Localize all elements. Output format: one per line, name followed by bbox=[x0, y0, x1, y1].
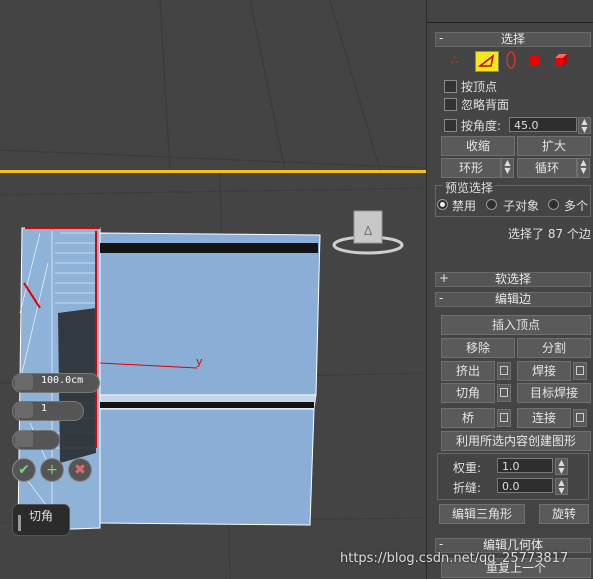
grow-button[interactable]: 扩大 bbox=[517, 136, 591, 156]
bridge-settings-icon[interactable] bbox=[497, 409, 511, 427]
perspective-viewport[interactable]: y Δ 切角 100.0cm 1 ✔ + ✖ bbox=[0, 173, 426, 579]
segments-icon bbox=[15, 402, 33, 418]
chamfer-settings-icon[interactable] bbox=[497, 384, 511, 402]
ring-spinner[interactable]: ▲ ▼ bbox=[501, 158, 514, 178]
angle-spinner[interactable]: ▲ ▼ bbox=[578, 117, 591, 134]
chamfer-segments-value: 1 bbox=[41, 403, 48, 414]
chamfer-segments-field[interactable]: 1 bbox=[12, 401, 84, 421]
create-shape-button[interactable]: 利用所选内容创建图形 bbox=[441, 431, 591, 451]
connect-settings-icon[interactable] bbox=[573, 409, 587, 427]
viewport[interactable]: y Δ 切角 100.0cm 1 ✔ + ✖ bbox=[0, 0, 426, 579]
open-chamfer-toggle[interactable] bbox=[12, 430, 60, 450]
crease-field[interactable]: 0.0 bbox=[497, 478, 553, 493]
chamfer-amount-value: 100.0cm bbox=[41, 375, 84, 386]
extrude-settings-icon[interactable] bbox=[497, 362, 511, 380]
by-angle-label: 按角度: bbox=[461, 119, 502, 133]
command-panel: - 选择 ∴ 按顶点 忽略背面 按角度: 45.0 ▲ ▼ 收缩 扩大 环形 ▲ ▼… bbox=[426, 0, 593, 579]
ignore-backfacing-checkbox[interactable] bbox=[444, 98, 457, 111]
check-icon[interactable]: ✔ bbox=[12, 458, 36, 482]
edit-edges-rollout-header[interactable]: - 编辑边 bbox=[435, 292, 591, 307]
connect-button[interactable]: 连接 bbox=[517, 408, 571, 428]
selection-rollout-header[interactable]: - 选择 bbox=[435, 32, 591, 47]
split-button[interactable]: 分割 bbox=[517, 338, 591, 358]
mesh-top-panel bbox=[99, 232, 321, 396]
bridge-button[interactable]: 桥 bbox=[441, 408, 495, 428]
extrude-button[interactable]: 挤出 bbox=[441, 361, 495, 381]
edge-mode-icon[interactable] bbox=[475, 51, 499, 72]
soft-selection-rollout-header[interactable]: + 软选择 bbox=[435, 272, 591, 287]
preview-subobject-radio[interactable] bbox=[486, 199, 497, 210]
preview-disabled-label: 禁用 bbox=[452, 199, 477, 213]
weight-field[interactable]: 1.0 bbox=[497, 458, 553, 473]
subobject-mode-bar: ∴ bbox=[445, 50, 585, 72]
shrink-button[interactable]: 收缩 bbox=[441, 136, 515, 156]
turn-button[interactable]: 旋转 bbox=[539, 504, 589, 524]
soft-selection-header-label: 软选择 bbox=[494, 272, 531, 286]
selection-header-label: 选择 bbox=[500, 32, 525, 46]
preview-selection-label: 预览选择 bbox=[443, 179, 496, 196]
weld-button[interactable]: 焊接 bbox=[517, 361, 571, 381]
preview-disabled-radio[interactable] bbox=[437, 199, 448, 210]
inactive-viewport[interactable] bbox=[0, 0, 426, 170]
by-angle-checkbox[interactable] bbox=[444, 119, 457, 132]
chamfer-amount-field[interactable]: 100.0cm bbox=[12, 373, 100, 393]
open-chamfer-icon bbox=[15, 431, 33, 447]
angle-field[interactable]: 45.0 bbox=[509, 117, 577, 132]
by-vertex-checkbox[interactable] bbox=[444, 80, 457, 93]
edit-edges-header-label: 编辑边 bbox=[494, 292, 531, 306]
weight-spinner[interactable]: ▲ ▼ bbox=[555, 458, 568, 475]
chamfer-caddy-label: 切角 bbox=[29, 509, 54, 523]
axis-label-y: y bbox=[196, 355, 203, 368]
vertex-mode-icon[interactable]: ∴ bbox=[451, 53, 467, 69]
insert-vertex-button[interactable]: 插入顶点 bbox=[441, 315, 591, 335]
by-vertex-label: 按顶点 bbox=[461, 80, 498, 94]
chamfer-button[interactable]: 切角 bbox=[441, 383, 495, 403]
ignore-backfacing-label: 忽略背面 bbox=[461, 98, 510, 112]
watermark: https://blog.csdn.net/qq_25773817 bbox=[340, 551, 569, 566]
weld-settings-icon[interactable] bbox=[573, 362, 587, 380]
loop-spinner[interactable]: ▲ ▼ bbox=[577, 158, 590, 178]
crease-label: 折缝: bbox=[453, 481, 482, 495]
chamfer-amount-icon bbox=[15, 374, 33, 390]
edit-triangles-button[interactable]: 编辑三角形 bbox=[439, 504, 525, 524]
preview-multiple-label: 多个 bbox=[564, 199, 589, 213]
polygon-mode-icon[interactable] bbox=[529, 55, 540, 66]
preview-multiple-radio[interactable] bbox=[548, 199, 559, 210]
loop-button[interactable]: 循环 bbox=[517, 158, 577, 178]
plus-icon[interactable]: + bbox=[40, 458, 64, 482]
border-mode-icon[interactable] bbox=[503, 51, 519, 69]
preview-subobject-label: 子对象 bbox=[503, 199, 540, 213]
target-weld-button[interactable]: 目标焊接 bbox=[517, 383, 591, 403]
remove-button[interactable]: 移除 bbox=[441, 338, 515, 358]
crease-spinner[interactable]: ▲ ▼ bbox=[555, 478, 568, 495]
chamfer-caddy-title[interactable]: 切角 bbox=[12, 504, 70, 536]
mesh-bottom-panel bbox=[99, 408, 315, 526]
weight-label: 权重: bbox=[453, 461, 482, 475]
element-mode-icon[interactable] bbox=[553, 53, 569, 69]
ring-button[interactable]: 环形 bbox=[441, 158, 501, 178]
svg-text:Δ: Δ bbox=[364, 224, 373, 238]
x-icon[interactable]: ✖ bbox=[68, 458, 92, 482]
selection-status: 选择了 87 个边 bbox=[508, 227, 591, 241]
